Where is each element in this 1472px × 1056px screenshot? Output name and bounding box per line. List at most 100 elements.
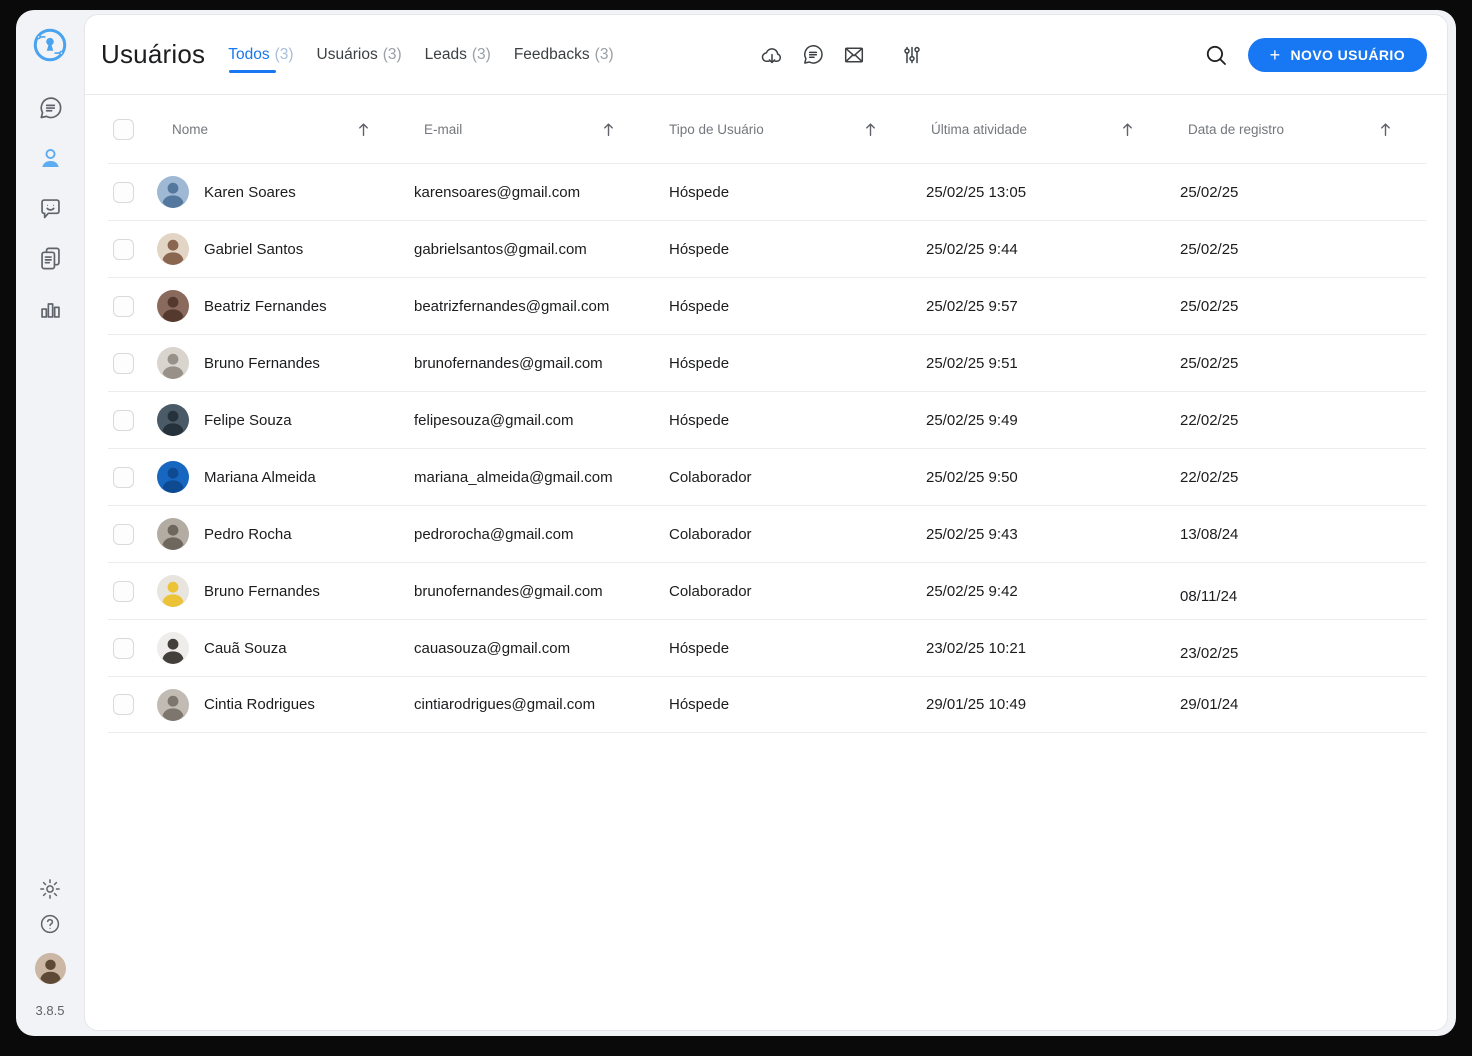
select-all-checkbox[interactable] xyxy=(113,119,134,140)
export-button[interactable] xyxy=(759,42,785,68)
user-type: Hóspede xyxy=(649,412,911,429)
documents-icon xyxy=(37,245,64,272)
user-type: Hóspede xyxy=(649,640,911,657)
registration-date: 22/02/25 xyxy=(1168,412,1426,429)
tab-leads[interactable]: Leads (3) xyxy=(425,46,491,64)
row-checkbox-cell xyxy=(108,467,151,488)
user-name-cell: Mariana Almeida xyxy=(151,461,404,493)
sidebar-bottom: 3.8.5 xyxy=(35,875,66,1018)
tab-usuarios[interactable]: Usuários (3) xyxy=(317,46,402,64)
row-checkbox-cell xyxy=(108,524,151,545)
app-logo-icon[interactable] xyxy=(31,26,69,64)
row-checkbox-cell xyxy=(108,410,151,431)
row-checkbox[interactable] xyxy=(113,694,134,715)
user-type: Hóspede xyxy=(649,355,911,372)
user-type: Colaborador xyxy=(649,469,911,486)
user-email: gabrielsantos@gmail.com xyxy=(404,241,649,258)
last-activity: 25/02/25 9:43 xyxy=(911,526,1168,543)
user-avatar xyxy=(157,176,189,208)
sort-asc-icon xyxy=(1379,122,1392,137)
user-type: Hóspede xyxy=(649,696,911,713)
help-button[interactable] xyxy=(36,910,64,938)
column-header-atividade[interactable]: Última atividade xyxy=(911,122,1168,137)
column-header-nome[interactable]: Nome xyxy=(151,122,404,137)
search-icon xyxy=(1203,42,1229,68)
last-activity: 25/02/25 9:49 xyxy=(911,412,1168,429)
row-checkbox[interactable] xyxy=(113,353,134,374)
tab-todos[interactable]: Todos (3) xyxy=(228,46,293,64)
comments-button[interactable] xyxy=(800,42,826,68)
sidebar-item-feedback[interactable] xyxy=(36,194,64,222)
tab-feedbacks[interactable]: Feedbacks (3) xyxy=(514,46,614,64)
registration-date: 25/02/25 xyxy=(1168,241,1426,258)
row-checkbox[interactable] xyxy=(113,182,134,203)
table-row[interactable]: Mariana Almeida mariana_almeida@gmail.co… xyxy=(108,448,1426,505)
mail-button[interactable] xyxy=(841,42,867,68)
mail-icon xyxy=(842,43,866,67)
registration-date: 08/11/24 xyxy=(1168,588,1426,605)
row-checkbox[interactable] xyxy=(113,524,134,545)
last-activity: 25/02/25 13:05 xyxy=(911,184,1168,201)
user-email: cauasouza@gmail.com xyxy=(404,640,649,657)
sidebar-item-messages[interactable] xyxy=(36,94,64,122)
user-type: Colaborador xyxy=(649,526,911,543)
user-email: karensoares@gmail.com xyxy=(404,184,649,201)
sort-asc-icon xyxy=(864,122,877,137)
column-header-email[interactable]: E-mail xyxy=(404,122,649,137)
table-body: Karen Soares karensoares@gmail.com Hóspe… xyxy=(108,163,1426,733)
table-row[interactable]: Pedro Rocha pedrorocha@gmail.com Colabor… xyxy=(108,505,1426,562)
row-checkbox[interactable] xyxy=(113,239,134,260)
settings-button[interactable] xyxy=(36,875,64,903)
row-checkbox[interactable] xyxy=(113,410,134,431)
user-name: Bruno Fernandes xyxy=(204,583,320,600)
last-activity: 25/02/25 9:57 xyxy=(911,298,1168,315)
user-name: Pedro Rocha xyxy=(204,526,292,543)
table-row[interactable]: Cauã Souza cauasouza@gmail.com Hóspede 2… xyxy=(108,619,1426,676)
sort-asc-icon xyxy=(1121,122,1134,137)
row-checkbox[interactable] xyxy=(113,638,134,659)
settings-icon xyxy=(38,877,62,901)
new-user-button[interactable]: + NOVO USUÁRIO xyxy=(1248,38,1427,72)
user-email: pedrorocha@gmail.com xyxy=(404,526,649,543)
current-user-avatar[interactable] xyxy=(35,953,66,984)
user-avatar xyxy=(157,347,189,379)
user-avatar xyxy=(157,689,189,721)
row-checkbox[interactable] xyxy=(113,581,134,602)
filters-button[interactable] xyxy=(899,42,925,68)
search-button[interactable] xyxy=(1203,42,1229,68)
user-name-cell: Felipe Souza xyxy=(151,404,404,436)
table-row[interactable]: Felipe Souza felipesouza@gmail.com Hóspe… xyxy=(108,391,1426,448)
user-name-cell: Bruno Fernandes xyxy=(151,347,404,379)
user-email: beatrizfernandes@gmail.com xyxy=(404,298,649,315)
header-checkbox-cell xyxy=(108,119,151,140)
user-type: Hóspede xyxy=(649,184,911,201)
reports-icon xyxy=(37,295,64,322)
row-checkbox[interactable] xyxy=(113,296,134,317)
column-header-tipo[interactable]: Tipo de Usuário xyxy=(649,122,911,137)
user-name-cell: Beatriz Fernandes xyxy=(151,290,404,322)
sort-asc-icon xyxy=(357,122,370,137)
column-header-registro[interactable]: Data de registro xyxy=(1168,122,1426,137)
table-row[interactable]: Bruno Fernandes brunofernandes@gmail.com… xyxy=(108,334,1426,391)
user-name: Karen Soares xyxy=(204,184,296,201)
user-name-cell: Gabriel Santos xyxy=(151,233,404,265)
user-avatar xyxy=(157,290,189,322)
table-row[interactable]: Gabriel Santos gabrielsantos@gmail.com H… xyxy=(108,220,1426,277)
registration-date: 23/02/25 xyxy=(1168,645,1426,662)
table-row[interactable]: Karen Soares karensoares@gmail.com Hóspe… xyxy=(108,163,1426,220)
user-name-cell: Cauã Souza xyxy=(151,632,404,664)
table-row[interactable]: Beatriz Fernandes beatrizfernandes@gmail… xyxy=(108,277,1426,334)
row-checkbox[interactable] xyxy=(113,467,134,488)
sidebar-item-reports[interactable] xyxy=(36,294,64,322)
table-row[interactable]: Cintia Rodrigues cintiarodrigues@gmail.c… xyxy=(108,676,1426,733)
registration-date: 25/02/25 xyxy=(1168,298,1426,315)
user-avatar xyxy=(157,575,189,607)
user-avatar xyxy=(157,632,189,664)
table-row[interactable]: Bruno Fernandes brunofernandes@gmail.com… xyxy=(108,562,1426,619)
registration-date: 25/02/25 xyxy=(1168,184,1426,201)
sidebar-item-users[interactable] xyxy=(36,144,64,172)
user-email: brunofernandes@gmail.com xyxy=(404,355,649,372)
sidebar-item-documents[interactable] xyxy=(36,244,64,272)
registration-date: 29/01/24 xyxy=(1168,696,1426,713)
row-checkbox-cell xyxy=(108,353,151,374)
